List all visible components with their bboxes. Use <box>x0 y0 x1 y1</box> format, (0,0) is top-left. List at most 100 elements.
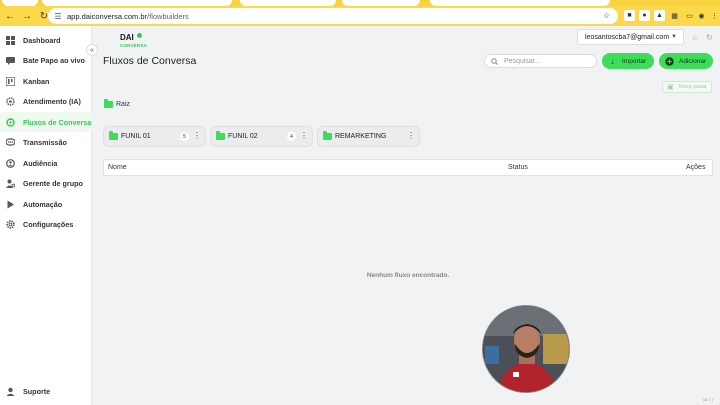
column-header-actions: Ações <box>686 164 706 171</box>
sidebar-item-dashboard[interactable]: Dashboard <box>0 30 92 50</box>
logo-dot-icon <box>137 33 142 38</box>
column-header-status[interactable]: Status <box>508 164 528 171</box>
column-header-name[interactable]: Nome <box>108 164 127 171</box>
sidebar-item-label: Dashboard <box>23 35 61 45</box>
audience-icon <box>6 158 15 168</box>
sidebar-item-label: Configurações <box>23 219 74 229</box>
folder-card[interactable]: FUNIL 01 5 ⋮ <box>103 126 206 147</box>
double-chevron-left-icon: « <box>90 46 94 54</box>
plus-circle-icon <box>665 56 674 66</box>
theme-icon[interactable]: ☼ <box>690 33 699 42</box>
sidebar-item-support[interactable]: Suporte <box>0 382 92 400</box>
webcam-overlay <box>482 305 570 393</box>
import-button[interactable]: ↓ Importar <box>602 53 654 69</box>
breadcrumb-label: Raiz <box>116 101 131 108</box>
import-label: Importar <box>622 57 647 65</box>
sidebar: Dashboard Bate Papo ao vivo Kanban Atend… <box>0 26 92 405</box>
download-arrow-icon: ↓ <box>610 56 615 66</box>
chat-icon <box>6 56 15 65</box>
more-options-icon[interactable]: ⋮ <box>193 131 201 140</box>
folder-name: FUNIL 01 <box>121 133 151 140</box>
site-settings-icon[interactable]: ☰ <box>53 11 63 21</box>
sidebar-item-label: Atendimento (IA) <box>23 96 81 106</box>
more-options-icon[interactable]: ⋮ <box>300 131 308 140</box>
sidebar-item-flows[interactable]: Fluxos de Conversa <box>0 112 92 132</box>
chevron-down-icon: ▼ <box>671 34 677 40</box>
dashboard-icon <box>6 35 15 45</box>
person-video-icon <box>483 306 569 392</box>
search-input[interactable]: Pesquisar... <box>484 54 597 68</box>
extension-icon[interactable]: ■ <box>624 10 635 21</box>
folder-count-badge: 5 <box>180 132 189 141</box>
sidebar-item-label: Automação <box>23 199 63 209</box>
add-label: Adicionar <box>679 57 707 65</box>
sidebar-item-automation[interactable]: Automação <box>0 194 92 214</box>
new-folder-label: Nova pasta <box>678 84 707 90</box>
new-folder-button[interactable]: ▣ Nova pasta <box>662 81 712 93</box>
folder-plus-icon: ▣ <box>667 84 674 91</box>
url-host: app.daiconversa.com.br <box>67 11 148 21</box>
sidebar-collapse-button[interactable]: « <box>86 44 98 56</box>
folder-icon <box>104 99 113 108</box>
account-select[interactable]: leosantoscba7@gmail.com ▼ <box>577 29 684 45</box>
puzzle-icon[interactable]: ▦ <box>669 10 680 21</box>
forward-arrow-icon[interactable]: → <box>20 9 34 23</box>
breadcrumb-root[interactable]: Raiz <box>104 99 131 108</box>
sidebar-item-label: Fluxos de Conversa <box>23 117 92 127</box>
flow-icon <box>6 117 15 127</box>
browser-toolbar: ← → ↻ ☰ app.daiconversa.com.br/flowbuild… <box>0 6 720 26</box>
folder-count-badge: 4 <box>287 132 296 141</box>
extension-icon[interactable]: ● <box>639 10 650 21</box>
sidebar-item-label: Suporte <box>23 386 51 396</box>
search-icon <box>491 57 498 65</box>
sidebar-item-label: Kanban <box>23 76 50 86</box>
settings-icon <box>6 219 15 229</box>
extension-icon[interactable]: ▲ <box>654 10 665 21</box>
sidebar-item-kanban[interactable]: Kanban <box>0 71 92 91</box>
group-manager-icon <box>6 179 15 188</box>
play-icon <box>6 200 15 209</box>
folder-icon <box>109 131 118 140</box>
folder-name: FUNIL 02 <box>228 133 258 140</box>
logo-title: DAI <box>120 33 134 42</box>
bookmark-star-icon[interactable]: ☆ <box>603 11 610 20</box>
tab-search-icon[interactable]: ▭ <box>684 10 695 21</box>
sidebar-item-group-manager[interactable]: Gerente de grupo <box>0 173 92 193</box>
browser-menu-icon[interactable]: ⋮ <box>709 10 720 21</box>
search-placeholder: Pesquisar... <box>504 57 541 65</box>
sidebar-item-broadcast[interactable]: Transmissão <box>0 132 92 152</box>
page-title: Fluxos de Conversa <box>103 55 197 67</box>
sidebar-item-label: Gerente de grupo <box>23 178 83 188</box>
folder-card[interactable]: REMARKETING ⋮ <box>317 126 420 147</box>
sidebar-item-label: Audiência <box>23 158 58 168</box>
account-email: leosantoscba7@gmail.com <box>585 33 670 41</box>
logo: DAI CONVERSA <box>120 33 154 48</box>
profile-avatar-icon[interactable]: ◉ <box>696 10 707 21</box>
sidebar-item-settings[interactable]: Configurações <box>0 214 92 234</box>
broadcast-icon <box>6 137 15 147</box>
kanban-icon <box>6 76 15 86</box>
logo-subtitle: CONVERSA <box>120 43 148 48</box>
folder-card[interactable]: FUNIL 02 4 ⋮ <box>210 126 313 147</box>
folder-icon <box>323 131 332 140</box>
more-options-icon[interactable]: ⋮ <box>407 131 415 140</box>
empty-state-message: Nenhum fluxo encontrado. <box>366 272 450 279</box>
table-header: Nome Status Ações <box>103 159 713 176</box>
headset-icon <box>6 387 15 396</box>
back-arrow-icon[interactable]: ← <box>3 9 17 23</box>
url-path: /flowbuilders <box>147 11 189 21</box>
add-button[interactable]: Adicionar <box>659 53 713 69</box>
sidebar-item-audience[interactable]: Audiência <box>0 153 92 173</box>
table-body: Nenhum fluxo encontrado. <box>103 176 713 405</box>
main-content: DAI CONVERSA leosantoscba7@gmail.com ▼ ☼… <box>93 26 720 405</box>
sidebar-item-label: Transmissão <box>23 137 67 147</box>
folder-icon <box>216 131 225 140</box>
sidebar-item-live-chat[interactable]: Bate Papo ao vivo <box>0 50 92 70</box>
folder-name: REMARKETING <box>335 133 387 140</box>
gear-icon <box>6 96 15 106</box>
refresh-icon[interactable]: ↻ <box>705 33 714 42</box>
sidebar-item-ai-service[interactable]: Atendimento (IA) <box>0 91 92 111</box>
version-label: v2.7.7 <box>703 397 714 402</box>
sidebar-item-label: Bate Papo ao vivo <box>23 55 85 65</box>
address-bar[interactable]: ☰ app.daiconversa.com.br/flowbuilders ☆ <box>48 8 618 24</box>
